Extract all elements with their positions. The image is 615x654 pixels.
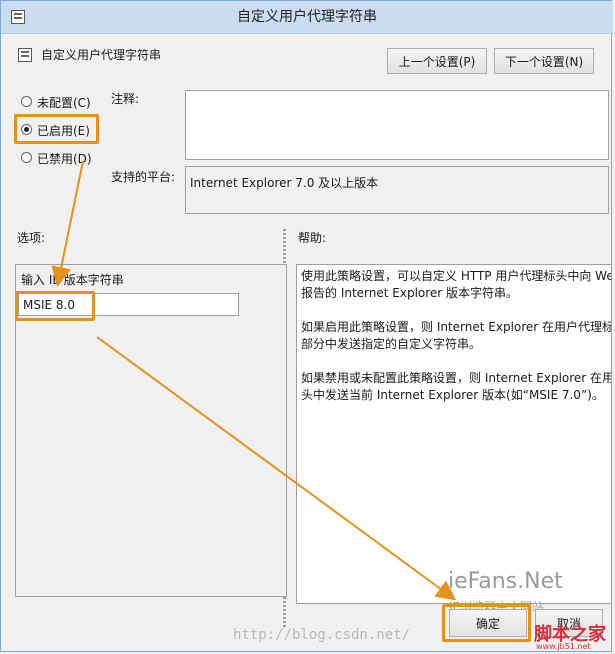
arrow-enabled-to-input — [51, 160, 84, 287]
watermark-blog-url: http://blog.csdn.net/ — [233, 627, 411, 643]
watermark-iefans: ieFans.Net — [448, 569, 563, 594]
policy-dialog: 自定义用户代理字符串 自定义用户代理字符串 上一个设置(P) 下一个设置(N) … — [0, 0, 613, 652]
arrow-input-to-ok — [96, 336, 457, 601]
watermark-brand-url: www.jb51.net — [536, 642, 591, 651]
annotation-arrows — [51, 160, 457, 601]
ok-highlight-box — [442, 604, 531, 642]
